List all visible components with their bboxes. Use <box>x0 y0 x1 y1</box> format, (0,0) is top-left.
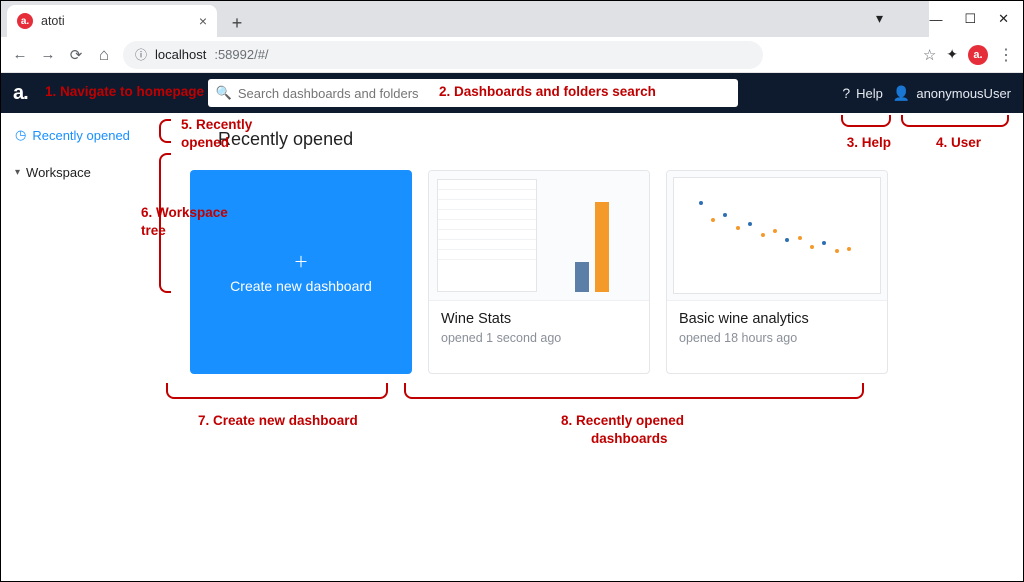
dashboard-subtitle: opened 1 second ago <box>441 331 637 345</box>
tab-strip: a. atoti × + ▾ <box>1 1 1023 37</box>
tab-favicon-icon: a. <box>17 13 33 29</box>
url-path: :58992/#/ <box>214 47 268 62</box>
create-dashboard-card[interactable]: ＋ Create new dashboard <box>190 170 412 374</box>
user-icon: 👤 <box>893 85 910 102</box>
address-bar: ← → ⟳ ⌂ ⓘ localhost :58992/#/ ☆ ✦ a. ⋮ <box>1 37 1023 73</box>
bookmark-star-icon[interactable]: ☆ <box>923 46 936 64</box>
thumbnail-barchart-icon <box>543 179 641 292</box>
sidebar: ◷ Recently opened ▾ Workspace <box>1 113 166 581</box>
extensions-icon[interactable]: ✦ <box>946 46 958 63</box>
annotation-brace-7 <box>166 383 388 399</box>
annotation-brace-8 <box>404 383 864 399</box>
sidebar-item-recently-opened[interactable]: ◷ Recently opened <box>9 123 158 147</box>
dashboard-title: Wine Stats <box>441 311 637 327</box>
help-label: Help <box>856 86 883 101</box>
annotation-1: 1. Navigate to homepage <box>45 84 204 99</box>
main-content: Recently opened ＋ Create new dashboard <box>166 113 1023 581</box>
annotation-8b: dashboards <box>591 431 668 446</box>
window-controls: — ☐ ✕ <box>929 1 1023 37</box>
help-icon: ? <box>842 85 850 101</box>
close-window-icon[interactable]: ✕ <box>998 11 1009 27</box>
new-tab-button[interactable]: + <box>223 9 251 37</box>
nav-forward-icon[interactable]: → <box>39 46 57 63</box>
nav-home-icon[interactable]: ⌂ <box>95 45 113 65</box>
dashboard-title: Basic wine analytics <box>679 311 875 327</box>
search-icon: 🔍 <box>216 85 232 101</box>
user-menu[interactable]: 👤 anonymousUser <box>893 85 1011 102</box>
tab-close-icon[interactable]: × <box>199 13 207 29</box>
tabs-dropdown-icon[interactable]: ▾ <box>876 10 883 27</box>
extension-atoti-icon[interactable]: a. <box>968 45 988 65</box>
thumbnail-scatter-icon <box>673 177 881 294</box>
browser-window: a. atoti × + ▾ — ☐ ✕ ← → ⟳ ⌂ ⓘ localhost… <box>0 0 1024 582</box>
dashboard-thumbnail <box>667 171 887 301</box>
nav-reload-icon[interactable]: ⟳ <box>67 46 85 64</box>
annotation-8a: 8. Recently opened <box>561 413 684 428</box>
cards-row: ＋ Create new dashboard <box>190 170 999 374</box>
clock-icon: ◷ <box>15 127 26 143</box>
browser-tab-atoti[interactable]: a. atoti × <box>7 5 217 37</box>
plus-icon: ＋ <box>293 251 308 272</box>
site-info-icon[interactable]: ⓘ <box>135 46 147 63</box>
tab-title: atoti <box>41 14 65 28</box>
app-logo[interactable]: a. <box>13 82 28 105</box>
sidebar-workspace-label: Workspace <box>26 165 91 180</box>
sidebar-item-workspace[interactable]: ▾ Workspace <box>9 161 158 184</box>
page-title: Recently opened <box>218 129 999 150</box>
url-box[interactable]: ⓘ localhost :58992/#/ <box>123 41 763 69</box>
url-host: localhost <box>155 47 206 62</box>
dashboard-subtitle: opened 18 hours ago <box>679 331 875 345</box>
app-body: ◷ Recently opened ▾ Workspace Recently o… <box>1 113 1023 581</box>
browser-menu-icon[interactable]: ⋮ <box>998 45 1013 65</box>
create-dashboard-label: Create new dashboard <box>230 278 372 294</box>
maximize-icon[interactable]: ☐ <box>964 11 976 27</box>
annotation-7: 7. Create new dashboard <box>198 413 358 428</box>
help-link[interactable]: ? Help <box>842 85 883 101</box>
nav-back-icon[interactable]: ← <box>11 46 29 63</box>
chevron-down-icon: ▾ <box>15 167 20 178</box>
app-header: a. 🔍 1. Navigate to homepage 2. Dashboar… <box>1 73 1023 113</box>
dashboard-card-wine-stats[interactable]: Wine Stats opened 1 second ago <box>428 170 650 374</box>
chrome-top: a. atoti × + ▾ — ☐ ✕ <box>1 1 1023 37</box>
search-wrap: 🔍 <box>208 79 738 107</box>
thumbnail-table-icon <box>437 179 537 292</box>
dashboard-card-basic-wine-analytics[interactable]: Basic wine analytics opened 18 hours ago <box>666 170 888 374</box>
minimize-icon[interactable]: — <box>929 12 942 27</box>
sidebar-recent-label: Recently opened <box>32 128 130 143</box>
search-input[interactable] <box>238 86 730 101</box>
dashboard-thumbnail <box>429 171 649 301</box>
user-label: anonymousUser <box>916 86 1011 101</box>
